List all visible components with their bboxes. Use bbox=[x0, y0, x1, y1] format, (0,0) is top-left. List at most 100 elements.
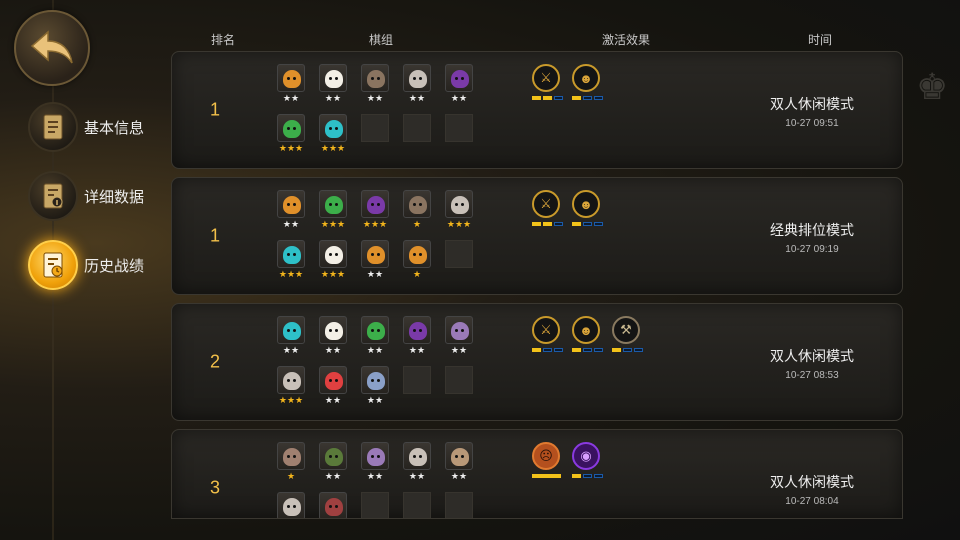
trait-pip bbox=[572, 222, 581, 226]
unit-star-level: ★★ bbox=[282, 93, 300, 103]
match-info: 双人休闲模式 10-27 08:53 bbox=[762, 346, 862, 381]
unit-slot[interactable]: ★ bbox=[403, 240, 433, 284]
unit-slot[interactable]: ★★ bbox=[277, 316, 307, 360]
trait-pip bbox=[634, 348, 643, 352]
goblin-icon: ☻ bbox=[572, 64, 600, 92]
trait-badge[interactable]: ⚔ bbox=[532, 316, 564, 352]
void-icon: ◉ bbox=[572, 442, 600, 470]
match-record-row[interactable]: 2 ★★ ★★ ★★ ★★ ★★ ★★★ ★★ ★★ ⚔ ☻ ⚒ 双人休闲模式 10-27 08:53 bbox=[171, 303, 903, 421]
trait-pip bbox=[532, 348, 541, 352]
unit-portrait bbox=[319, 240, 347, 268]
unit-star-level: ★★ bbox=[366, 269, 384, 279]
match-time: 10-27 09:51 bbox=[785, 118, 839, 129]
unit-slot[interactable]: ★★ bbox=[403, 64, 433, 108]
goblin-icon: ☻ bbox=[572, 316, 600, 344]
trait-badge[interactable]: ☻ bbox=[572, 190, 604, 226]
unit-slot[interactable]: ★ bbox=[403, 190, 433, 234]
unit-slot[interactable]: ★★★ bbox=[319, 190, 349, 234]
trait-badge[interactable]: ☻ bbox=[572, 316, 604, 352]
match-record-row[interactable]: 3 ★ ★★ ★★ ★★ ★★ ☹ ◉ 双人休闲模式 10-27 08:04 bbox=[171, 429, 903, 519]
unit-slot[interactable]: ★★★ bbox=[277, 240, 307, 284]
spears-icon: ⚔ bbox=[532, 190, 560, 218]
unit-slot[interactable]: ★ bbox=[277, 442, 307, 486]
trait-progress-pips bbox=[572, 348, 604, 352]
unit-slot[interactable]: ★★ bbox=[319, 442, 349, 486]
unit-slot[interactable] bbox=[277, 492, 307, 518]
empty-slot-frame bbox=[361, 492, 389, 518]
trait-pip bbox=[583, 474, 592, 478]
unit-star-level: ★★ bbox=[324, 345, 342, 355]
empty-unit-slot bbox=[403, 492, 433, 518]
unit-slot[interactable]: ★★ bbox=[445, 64, 475, 108]
unit-slot[interactable]: ★★★ bbox=[445, 190, 475, 234]
trait-pip bbox=[583, 222, 592, 226]
rank-value: 1 bbox=[210, 99, 221, 120]
trait-badge[interactable]: ⚔ bbox=[532, 64, 564, 100]
empty-slot-frame bbox=[403, 366, 431, 394]
unit-portrait bbox=[319, 442, 347, 470]
trait-pip bbox=[623, 348, 632, 352]
info-document-icon bbox=[28, 171, 78, 221]
unit-portrait bbox=[361, 442, 389, 470]
trait-progress-pips bbox=[572, 222, 604, 226]
unit-slot[interactable]: ★★ bbox=[361, 366, 391, 410]
unit-slot[interactable]: ★★★ bbox=[361, 190, 391, 234]
axe-icon: ⚒ bbox=[612, 316, 640, 344]
unit-slot[interactable]: ★★ bbox=[361, 316, 391, 360]
trait-badge[interactable]: ⚔ bbox=[532, 190, 564, 226]
unit-slot[interactable]: ★★★ bbox=[319, 114, 349, 158]
trait-badge[interactable]: ☹ bbox=[532, 442, 564, 478]
trait-pip bbox=[554, 222, 563, 226]
spears-icon: ⚔ bbox=[532, 64, 560, 92]
unit-slot[interactable]: ★★ bbox=[403, 442, 433, 486]
unit-slot[interactable]: ★★ bbox=[403, 316, 433, 360]
trait-badge[interactable]: ☻ bbox=[572, 64, 604, 100]
unit-slot[interactable]: ★★ bbox=[445, 442, 475, 486]
match-time: 10-27 08:04 bbox=[785, 496, 839, 507]
unit-slot[interactable]: ★★ bbox=[361, 240, 391, 284]
menu-item-detailed-data[interactable]: 详细数据 bbox=[28, 171, 188, 221]
unit-portrait bbox=[277, 190, 305, 218]
unit-portrait bbox=[277, 316, 305, 344]
trait-pip bbox=[554, 96, 563, 100]
unit-star-level: ★★★ bbox=[278, 143, 304, 153]
menu-item-basic-info[interactable]: 基本信息 bbox=[28, 102, 188, 152]
empty-slot-frame bbox=[361, 114, 389, 142]
trait-badge[interactable]: ◉ bbox=[572, 442, 604, 478]
back-button[interactable] bbox=[14, 10, 90, 86]
unit-slot[interactable]: ★★ bbox=[319, 64, 349, 108]
unit-portrait bbox=[361, 240, 389, 268]
trait-pip bbox=[543, 222, 552, 226]
empty-unit-slot bbox=[445, 366, 475, 410]
unit-star-level: ★★★ bbox=[320, 269, 346, 279]
unit-slot[interactable]: ★★★ bbox=[277, 366, 307, 410]
unit-slot[interactable]: ★★ bbox=[319, 316, 349, 360]
scroll-icon bbox=[28, 102, 78, 152]
unit-slot[interactable]: ★★ bbox=[277, 190, 307, 234]
header-time: 时间 bbox=[808, 33, 833, 47]
match-info: 双人休闲模式 10-27 09:51 bbox=[762, 94, 862, 129]
unit-slot[interactable]: ★★★ bbox=[277, 114, 307, 158]
unit-slot[interactable]: ★★ bbox=[277, 64, 307, 108]
unit-slot[interactable]: ★★ bbox=[361, 442, 391, 486]
match-time: 10-27 09:19 bbox=[785, 244, 839, 255]
unit-slot[interactable]: ★★★ bbox=[319, 240, 349, 284]
trait-pip bbox=[594, 96, 603, 100]
unit-slot[interactable] bbox=[319, 492, 349, 518]
empty-unit-slot bbox=[445, 114, 475, 158]
unit-star-level: ★ bbox=[412, 219, 422, 229]
unit-slot[interactable]: ★★ bbox=[361, 64, 391, 108]
unit-slot[interactable]: ★★ bbox=[319, 366, 349, 410]
menu-item-match-history[interactable]: 历史战绩 bbox=[28, 240, 188, 290]
match-time: 10-27 08:53 bbox=[785, 370, 839, 381]
match-record-row[interactable]: 1 ★★ ★★ ★★ ★★ ★★ ★★★ ★★★ ⚔ ☻ 双人休闲模式 10-27 09:51 bbox=[171, 51, 903, 169]
unit-star-level: ★★ bbox=[324, 93, 342, 103]
trait-progress-pips bbox=[532, 222, 564, 226]
menu-label-match-history: 历史战绩 bbox=[84, 257, 145, 275]
unit-portrait bbox=[277, 114, 305, 142]
empty-unit-slot bbox=[361, 492, 391, 518]
trait-badge[interactable]: ⚒ bbox=[612, 316, 644, 352]
unit-portrait bbox=[361, 190, 389, 218]
match-record-row[interactable]: 1 ★★ ★★★ ★★★ ★ ★★★ ★★★ ★★★ ★★ ★ ⚔ ☻ 经典排位模式 10-27 09:1… bbox=[171, 177, 903, 295]
unit-slot[interactable]: ★★ bbox=[445, 316, 475, 360]
